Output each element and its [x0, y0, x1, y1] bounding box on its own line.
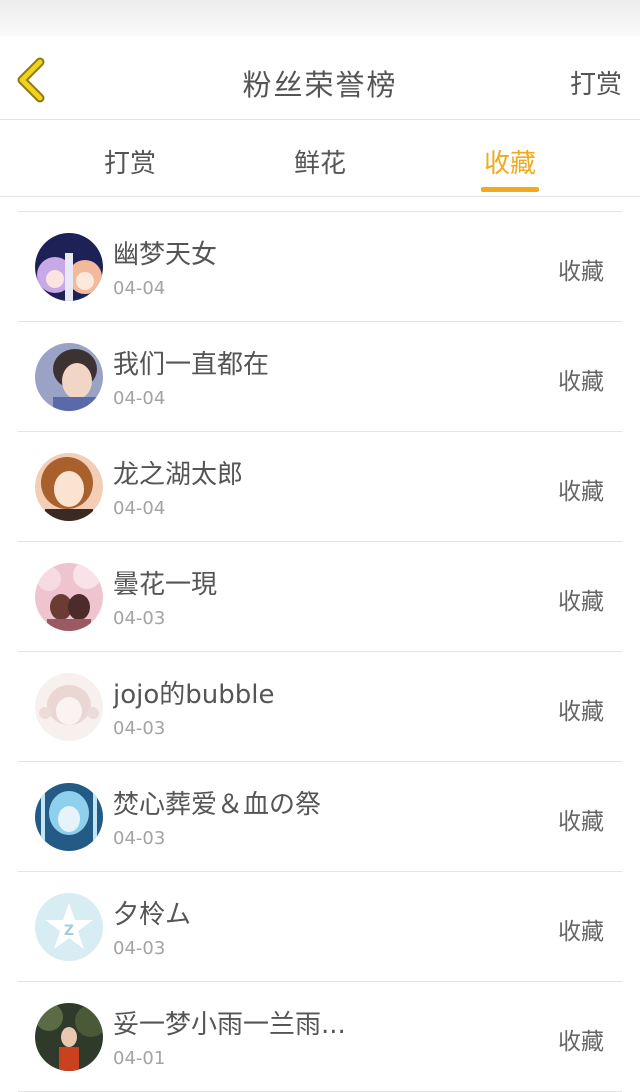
fan-action: 收藏 [558, 919, 604, 945]
fan-action: 收藏 [558, 1029, 604, 1055]
avatar [35, 233, 103, 301]
fan-date: 04-04 [113, 498, 166, 519]
tab-label: 收藏 [483, 149, 536, 179]
fan-name: 我们一直都在 [113, 350, 270, 380]
list-item[interactable]: jojo的bubble 04-03 收藏 [18, 652, 622, 762]
avatar [35, 783, 103, 851]
fan-name: 曇花一現 [113, 570, 218, 600]
fan-action: 收藏 [558, 369, 604, 395]
fan-name: 妥一梦小雨一兰雨... [113, 1010, 346, 1040]
fan-name: 幽梦天女 [113, 240, 218, 270]
tab-reward[interactable]: 打赏 [60, 121, 200, 197]
fan-action: 收藏 [558, 589, 604, 615]
page-title: 粉丝荣誉榜 [242, 68, 398, 102]
avatar [35, 563, 103, 631]
fan-date: 04-03 [113, 718, 166, 739]
list-item[interactable]: 焚心葬爱＆血の祭 04-03 收藏 [18, 762, 622, 872]
active-tab-indicator [481, 187, 539, 192]
list-item[interactable]: 幽梦天女 04-04 收藏 [18, 212, 622, 322]
fan-action: 收藏 [558, 699, 604, 725]
status-bar [0, 0, 640, 36]
fan-date: 04-03 [113, 938, 166, 959]
fan-name: 夕柃ム [113, 900, 192, 930]
avatar [35, 453, 103, 521]
default-star-avatar-icon: Z [35, 893, 103, 961]
tab-label: 打赏 [103, 149, 156, 179]
fan-date: 04-03 [113, 828, 166, 849]
reward-button[interactable]: 打赏 [570, 64, 622, 101]
list-item[interactable]: Z 夕柃ム 04-03 收藏 [18, 872, 622, 982]
fan-action: 收藏 [558, 479, 604, 505]
fan-name: jojo的bubble [113, 680, 275, 710]
avatar: Z [35, 893, 103, 961]
fan-date: 04-04 [113, 388, 166, 409]
tab-label: 鲜花 [293, 149, 346, 179]
app-header: 粉丝荣誉榜 打赏 [0, 36, 640, 120]
avatar [35, 1003, 103, 1071]
tab-bar: 打赏 鲜花 收藏 [0, 121, 640, 197]
fan-action: 收藏 [558, 809, 604, 835]
list-item[interactable]: 龙之湖太郎 04-04 收藏 [18, 432, 622, 542]
tab-favorites[interactable]: 收藏 [440, 121, 580, 197]
avatar [35, 673, 103, 741]
list-item[interactable]: 曇花一現 04-03 收藏 [18, 542, 622, 652]
avatar [35, 343, 103, 411]
tab-flowers[interactable]: 鲜花 [250, 121, 390, 197]
fan-date: 04-03 [113, 608, 166, 629]
fan-name: 焚心葬爱＆血の祭 [113, 790, 322, 820]
fan-date: 04-01 [113, 1048, 166, 1069]
fan-name: 龙之湖太郎 [113, 460, 244, 490]
fan-date: 04-04 [113, 278, 166, 299]
fan-action: 收藏 [558, 259, 604, 285]
fan-list: 幽梦天女 04-04 收藏 我们一直都在 04-04 收藏 龙之湖太郎 04-0… [18, 211, 622, 1092]
list-item[interactable]: 妥一梦小雨一兰雨... 04-01 收藏 [18, 982, 622, 1092]
list-item[interactable]: 我们一直都在 04-04 收藏 [18, 322, 622, 432]
svg-text:Z: Z [64, 923, 74, 939]
